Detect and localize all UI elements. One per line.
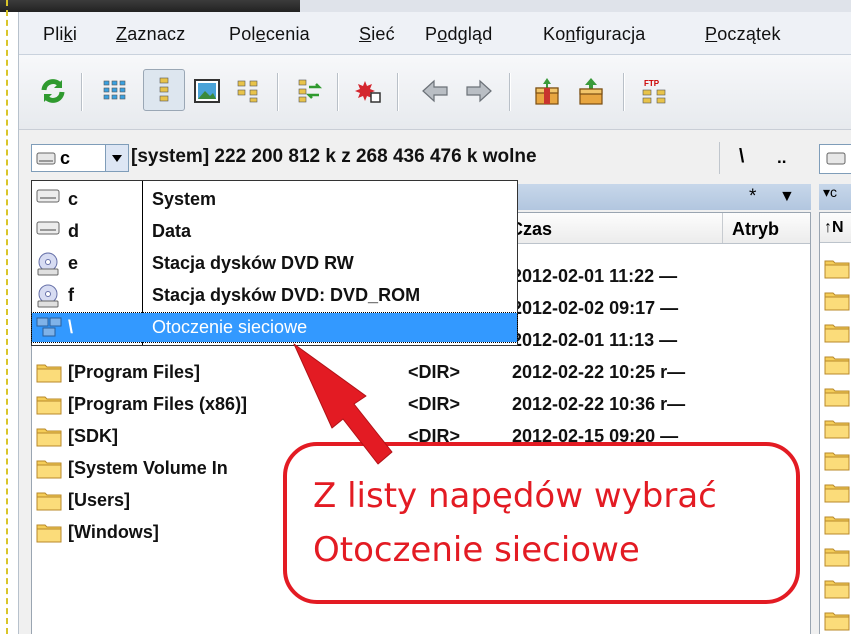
annotation-arrow: [293, 343, 393, 465]
screenshot-root: Pliki Zaznacz Polecenia Sieć Podgląd Konfigur…: [0, 0, 851, 634]
